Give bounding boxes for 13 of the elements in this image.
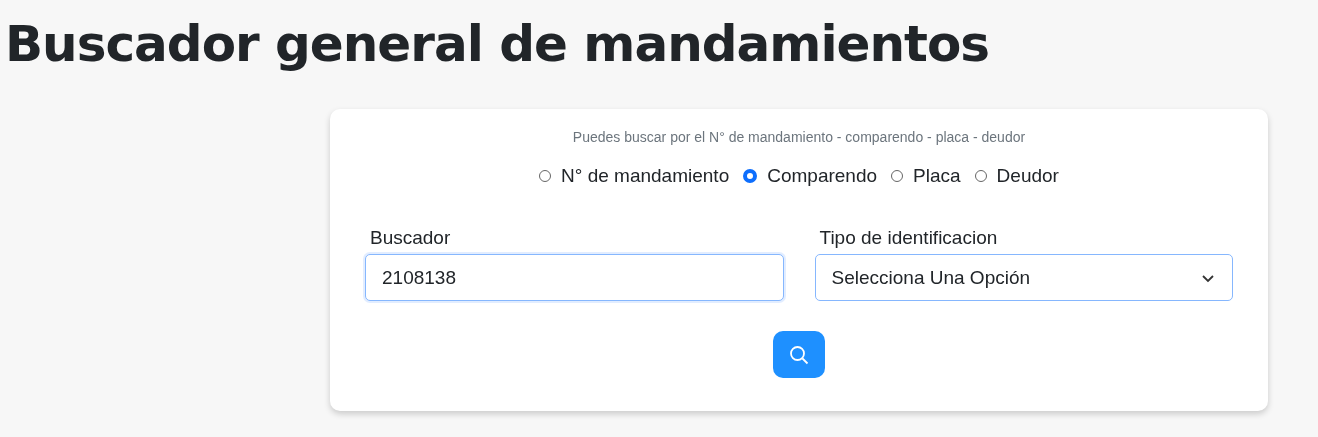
radio-option[interactable]: Placa bbox=[891, 165, 961, 187]
search-field[interactable]: 2108138 bbox=[365, 254, 784, 301]
search-button[interactable] bbox=[773, 331, 825, 378]
select-field[interactable]: Selecciona Una Opción bbox=[814, 254, 1233, 301]
search-icon bbox=[788, 343, 810, 366]
page-title: Buscador general de mandamientos bbox=[4, 14, 991, 75]
radio-option[interactable]: N° de mandamiento bbox=[539, 165, 730, 187]
field-label: Buscador bbox=[370, 227, 452, 249]
hint-text: Puedes buscar por el N° de mandamiento - comparendo - placa - deudor bbox=[571, 129, 1027, 145]
radio-option[interactable]: Comparendo bbox=[743, 165, 878, 187]
radio-option[interactable]: Deudor bbox=[974, 165, 1059, 187]
field-label: Tipo de identificacion bbox=[819, 227, 999, 249]
radio-button[interactable] bbox=[743, 169, 758, 183]
